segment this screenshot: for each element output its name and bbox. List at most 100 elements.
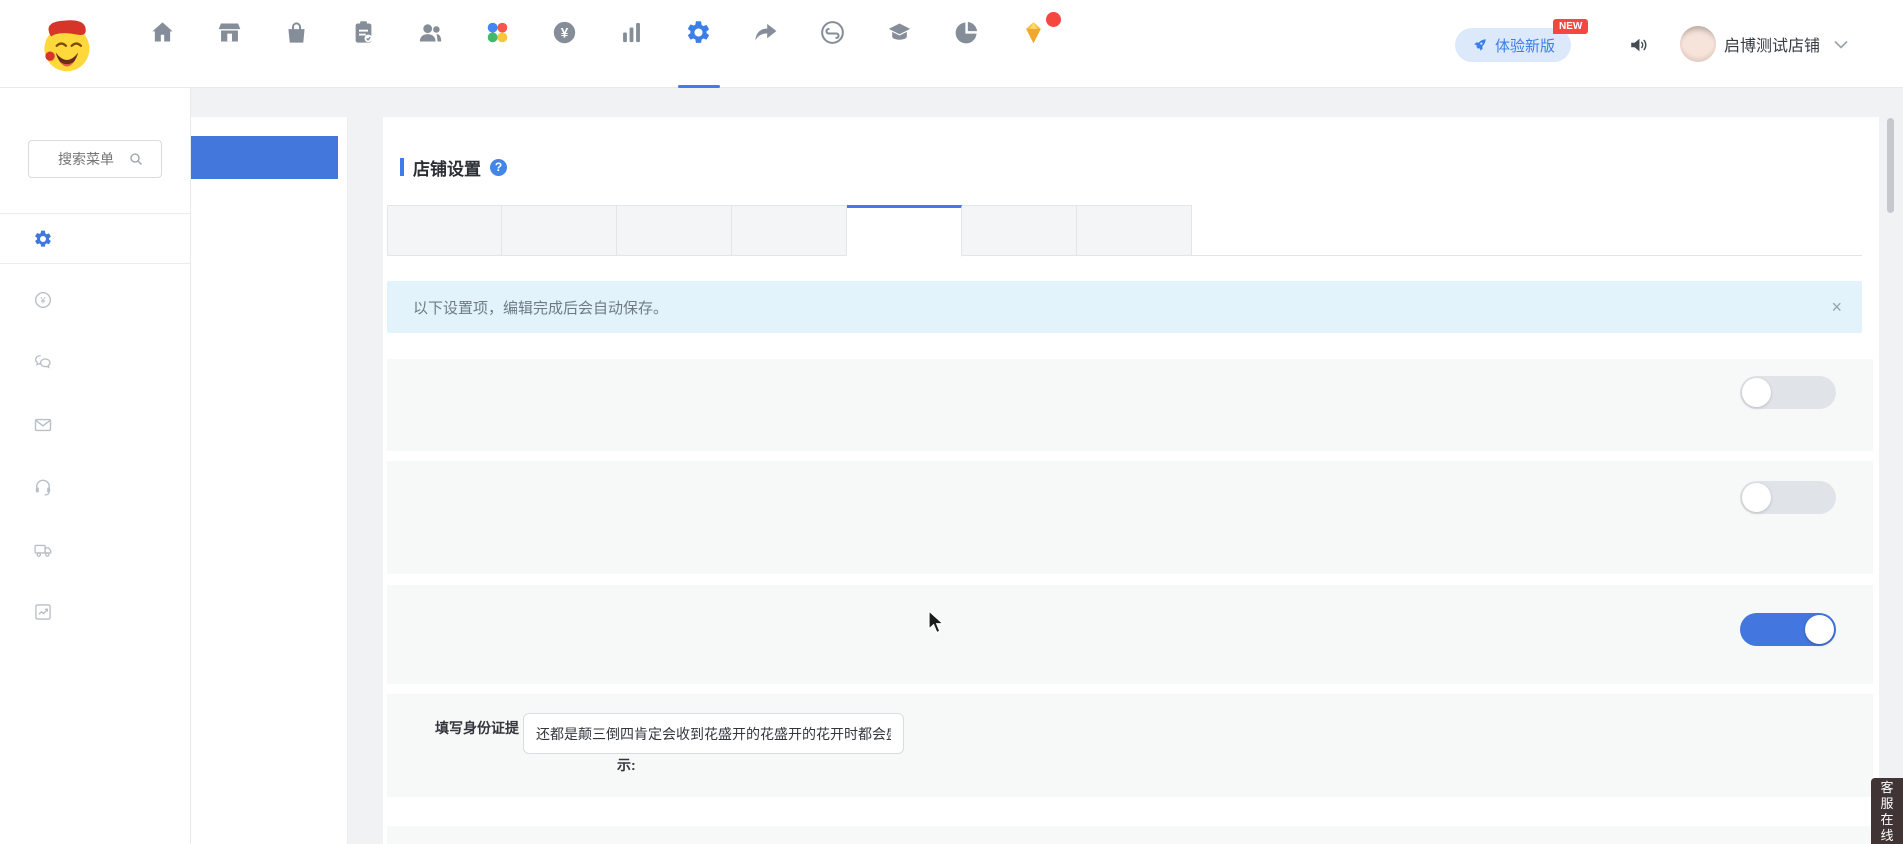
secondary-sidebar: [191, 117, 347, 844]
settings-icon: [685, 19, 712, 46]
autosave-banner: 以下设置项，编辑完成后会自动保存。 ×: [387, 281, 1862, 333]
nav-item-order[interactable]: [330, 0, 397, 88]
submenu-item[interactable]: [191, 136, 338, 179]
tab-3[interactable]: [617, 205, 732, 256]
submenu-item[interactable]: [191, 308, 338, 351]
wechat-icon: [33, 352, 53, 372]
tab-7[interactable]: [1077, 205, 1192, 256]
search-icon: [128, 151, 144, 167]
tab-5[interactable]: [847, 205, 962, 257]
submenu-item[interactable]: [191, 695, 338, 738]
submenu-item[interactable]: [191, 437, 338, 480]
toggle-knob: [1742, 378, 1771, 407]
nav-item-home[interactable]: [129, 0, 196, 88]
page-title: 店铺设置: [413, 155, 481, 180]
miniprogram-icon: [819, 19, 846, 46]
autosave-banner-text: 以下设置项，编辑完成后会自动保存。: [413, 297, 668, 318]
submenu-item[interactable]: [191, 351, 338, 394]
submenu-item[interactable]: [191, 394, 338, 437]
home-icon: [149, 19, 176, 46]
sidebar-item-money[interactable]: ¥: [0, 280, 191, 320]
finance-icon: ¥: [551, 19, 578, 46]
academy-icon: [886, 19, 913, 46]
help-icon[interactable]: ?: [490, 159, 507, 176]
main-nav: ¥: [129, 0, 1067, 88]
experience-new-label: 体验新版: [1495, 35, 1555, 56]
close-icon[interactable]: ×: [1831, 298, 1842, 316]
submenu-item[interactable]: [191, 652, 338, 695]
hot-badge: [1046, 12, 1061, 27]
money-icon: ¥: [33, 290, 53, 310]
tab-6[interactable]: [962, 205, 1077, 256]
market-icon: [1020, 19, 1047, 46]
member-icon: [417, 19, 444, 46]
data-icon: [618, 19, 645, 46]
nav-item-academy[interactable]: [866, 0, 933, 88]
nav-item-finance[interactable]: ¥: [531, 0, 598, 88]
scrm-icon: [953, 19, 980, 46]
nav-item-market[interactable]: [1000, 0, 1067, 88]
toggle-knob: [1805, 615, 1834, 644]
sidebar-item-mail[interactable]: [0, 405, 191, 445]
avatar[interactable]: [1680, 26, 1716, 62]
store-icon: [216, 19, 243, 46]
svg-text:¥: ¥: [39, 295, 46, 305]
nav-item-promo[interactable]: [732, 0, 799, 88]
nav-item-marketing[interactable]: [464, 0, 531, 88]
setting-row: [387, 585, 1873, 684]
submenu-item[interactable]: [191, 480, 338, 523]
id-prompt-label-line1: 填写身份证提: [435, 718, 519, 738]
tab-4[interactable]: [732, 205, 847, 256]
nav-item-miniprogram[interactable]: [799, 0, 866, 88]
order-icon: [350, 19, 377, 46]
id-prompt-input[interactable]: [523, 713, 904, 754]
nav-item-data[interactable]: [598, 0, 665, 88]
next-setting-row-partial: [387, 826, 1873, 844]
toggle-on[interactable]: [1740, 613, 1836, 646]
submenu-item[interactable]: [191, 566, 338, 609]
chevron-down-icon[interactable]: [1834, 40, 1848, 50]
mail-icon: [33, 415, 53, 435]
primary-sidebar: ¥: [0, 88, 191, 844]
sidebar-item-gear[interactable]: [0, 213, 191, 264]
submenu-item[interactable]: [191, 222, 338, 265]
sidebar-item-wechat[interactable]: [0, 342, 191, 382]
app-logo-icon[interactable]: [36, 14, 96, 74]
gear-icon: [33, 229, 53, 249]
submenu-item[interactable]: [191, 523, 338, 566]
toggle-off[interactable]: [1740, 376, 1836, 409]
shop-name-dropdown[interactable]: 启博测试店铺: [1724, 0, 1820, 88]
submenu-item[interactable]: [191, 609, 338, 652]
sidebar-item-headset[interactable]: [0, 467, 191, 507]
chart-icon: [33, 602, 53, 622]
nav-item-settings[interactable]: [665, 0, 732, 88]
title-accent-bar: [400, 158, 404, 176]
submenu-item[interactable]: [191, 265, 338, 308]
customer-service-tab[interactable]: 客服在线: [1871, 778, 1903, 844]
nav-item-scrm[interactable]: [933, 0, 1000, 88]
toggle-knob: [1742, 483, 1771, 512]
marketing-icon: [484, 19, 511, 46]
truck-icon: [33, 540, 53, 560]
tab-1[interactable]: [387, 205, 502, 256]
id-prompt-label-line2: 示:: [617, 755, 636, 775]
product-icon: [283, 19, 310, 46]
sidebar-item-truck[interactable]: [0, 530, 191, 570]
top-navbar: ¥ 体验新版 NEW 启博测试店铺: [0, 0, 1903, 88]
sidebar-item-chart[interactable]: [0, 592, 191, 632]
settings-tabs: [387, 205, 1862, 256]
submenu-item[interactable]: [191, 738, 338, 781]
headset-icon: [33, 477, 53, 497]
nav-item-member[interactable]: [397, 0, 464, 88]
tab-2[interactable]: [502, 205, 617, 256]
settings-panel: 店铺设置 ? 以下设置项，编辑完成后会自动保存。 × 填写身份证提 示:: [383, 117, 1879, 844]
setting-row: [387, 461, 1873, 574]
new-badge: NEW: [1553, 19, 1588, 34]
nav-item-store[interactable]: [196, 0, 263, 88]
speaker-icon[interactable]: [1628, 34, 1650, 56]
scrollbar-thumb[interactable]: [1887, 118, 1894, 213]
nav-item-product[interactable]: [263, 0, 330, 88]
promo-icon: [752, 19, 779, 46]
toggle-off[interactable]: [1740, 481, 1836, 514]
submenu-item[interactable]: [191, 179, 338, 222]
